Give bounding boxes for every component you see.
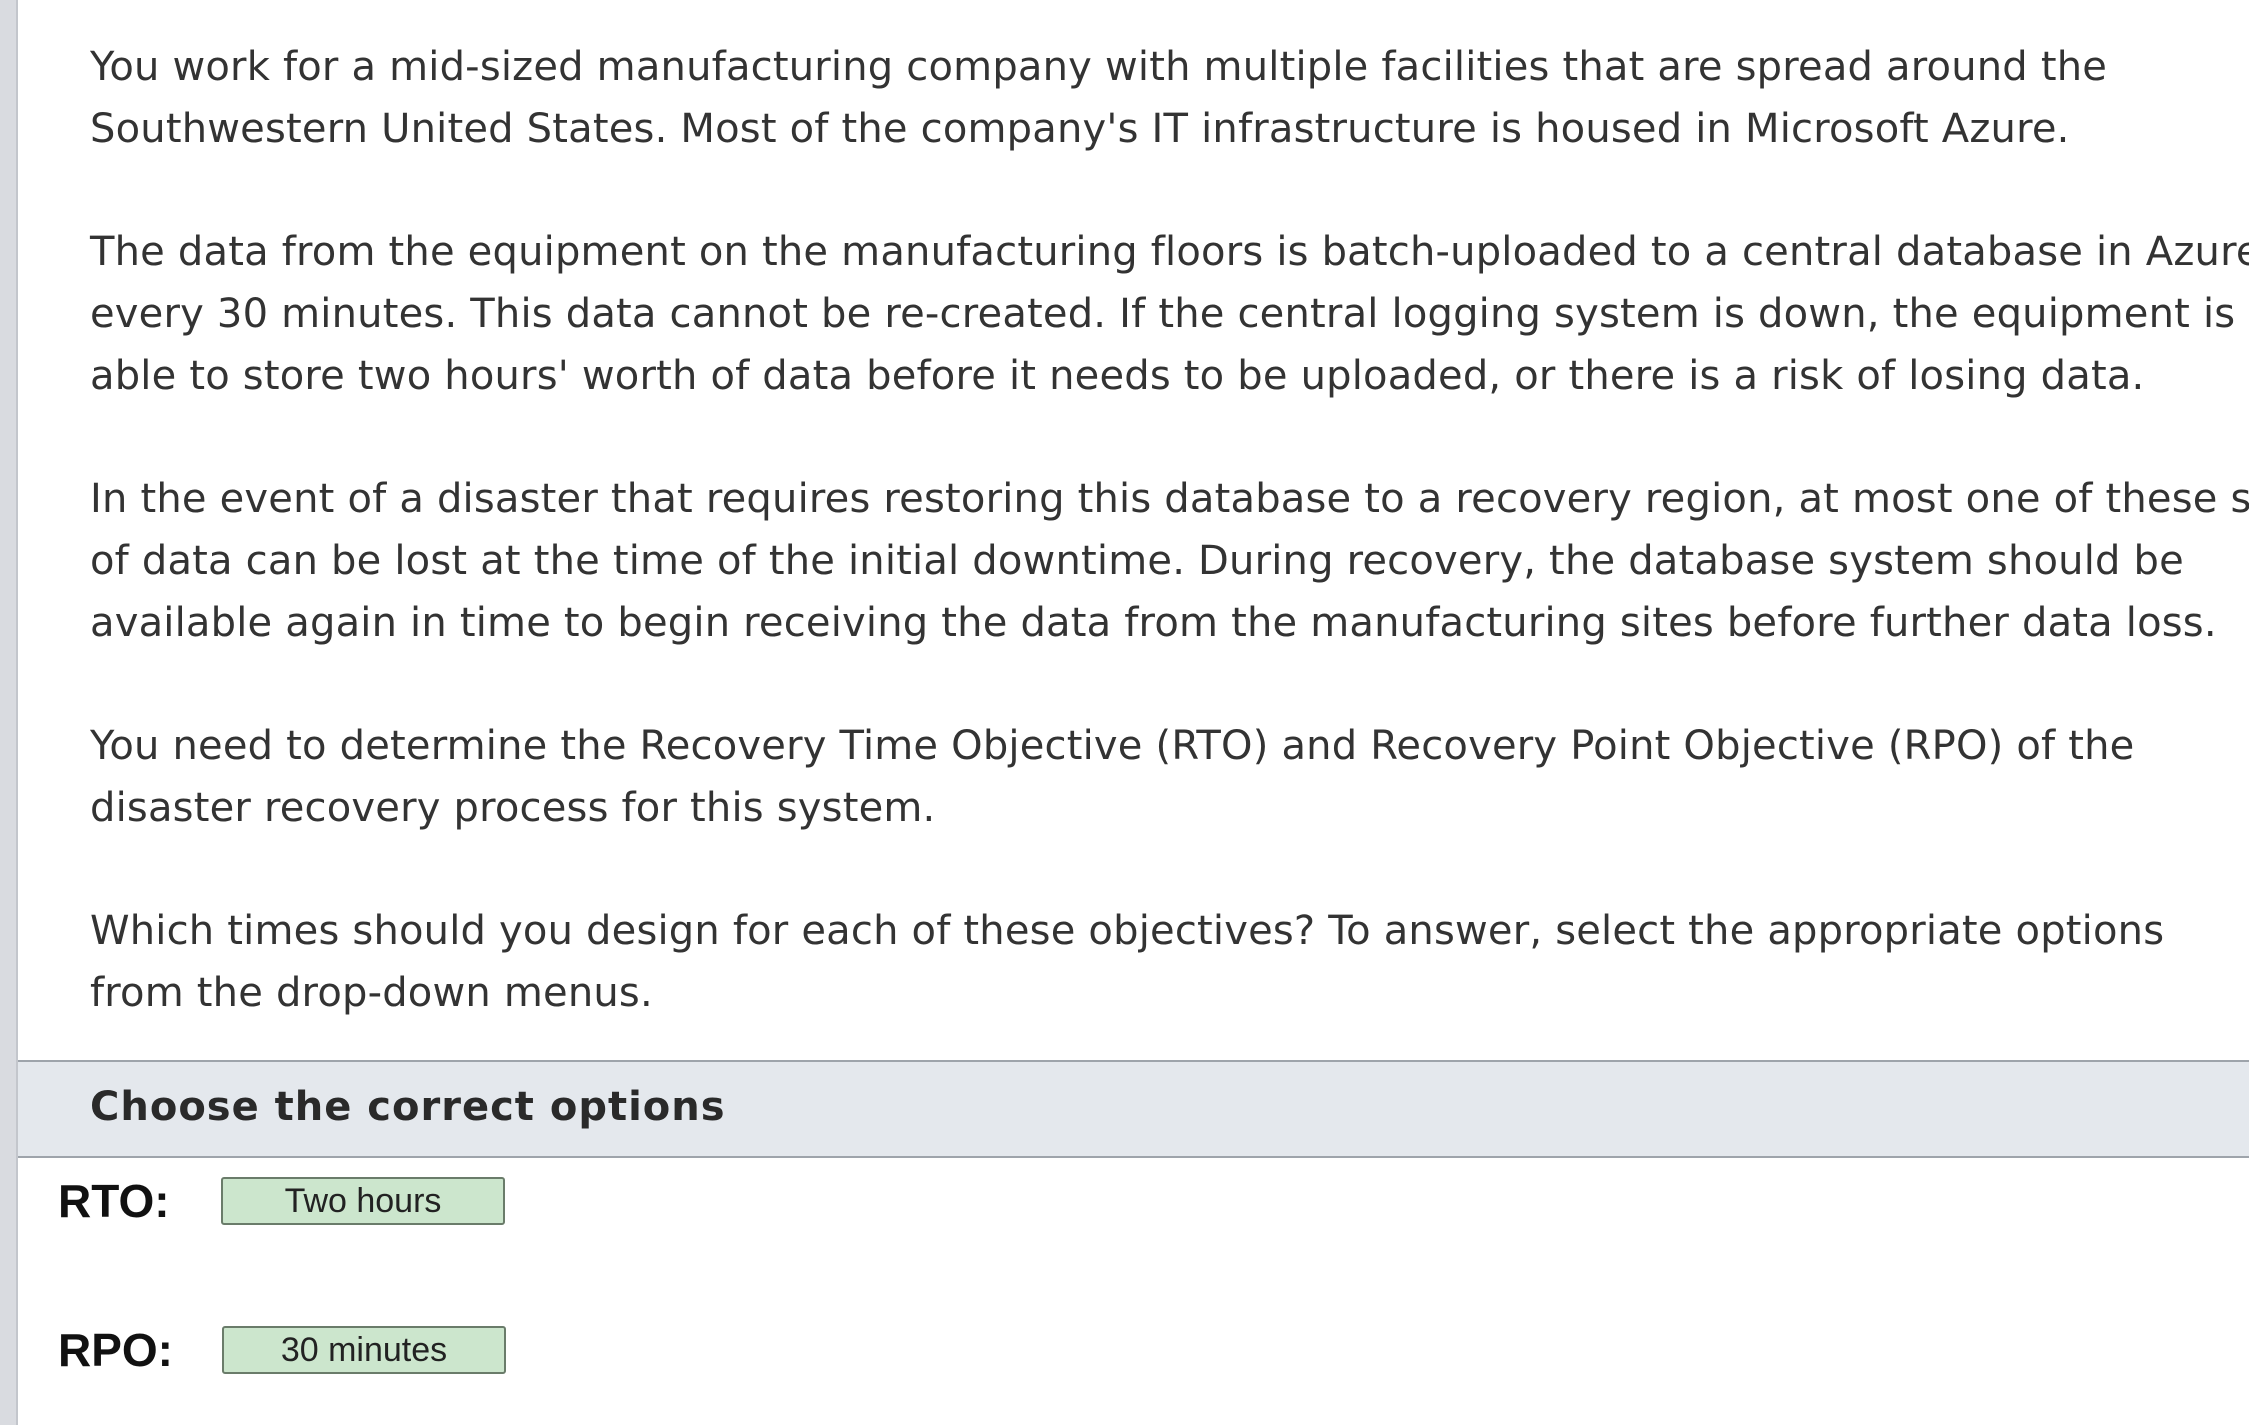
rpo-label: RPO: [58,1324,173,1376]
question-line: every 30 minutes. This data cannot be re… [90,291,2236,337]
question-line: You need to determine the Recovery Time … [90,723,2135,769]
question-paragraph-4: You need to determine the Recovery Time … [90,715,2249,839]
rto-label: RTO: [58,1175,170,1227]
question-line: disaster recovery process for this syste… [90,785,936,831]
question-line: of data can be lost at the time of the i… [90,538,2184,584]
question-line: Which times should you design for each o… [90,908,2165,954]
question-line: In the event of a disaster that requires… [90,476,2249,522]
question-paragraph-1: You work for a mid-sized manufacturing c… [90,36,2249,160]
question-paragraph-2: The data from the equipment on the manuf… [90,221,2249,407]
question-line: from the drop-down menus. [90,970,653,1016]
left-border [0,0,18,1425]
question-paragraph-5: Which times should you design for each o… [90,900,2249,1024]
question-line: The data from the equipment on the manuf… [90,229,2249,275]
question-line: able to store two hours' worth of data b… [90,353,2145,399]
question-panel: You work for a mid-sized manufacturing c… [18,0,2249,1425]
question-line: You work for a mid-sized manufacturing c… [90,44,2108,90]
rto-dropdown[interactable]: Two hours [221,1177,505,1225]
page: You work for a mid-sized manufacturing c… [0,0,2249,1425]
question-text: You work for a mid-sized manufacturing c… [90,36,2249,1085]
options-header: Choose the correct options [18,1060,2249,1158]
question-line: available again in time to begin receivi… [90,600,2217,646]
rpo-dropdown[interactable]: 30 minutes [222,1326,506,1374]
question-paragraph-3: In the event of a disaster that requires… [90,468,2249,654]
options-header-label: Choose the correct options [90,1084,726,1130]
question-line: Southwestern United States. Most of the … [90,106,2070,152]
